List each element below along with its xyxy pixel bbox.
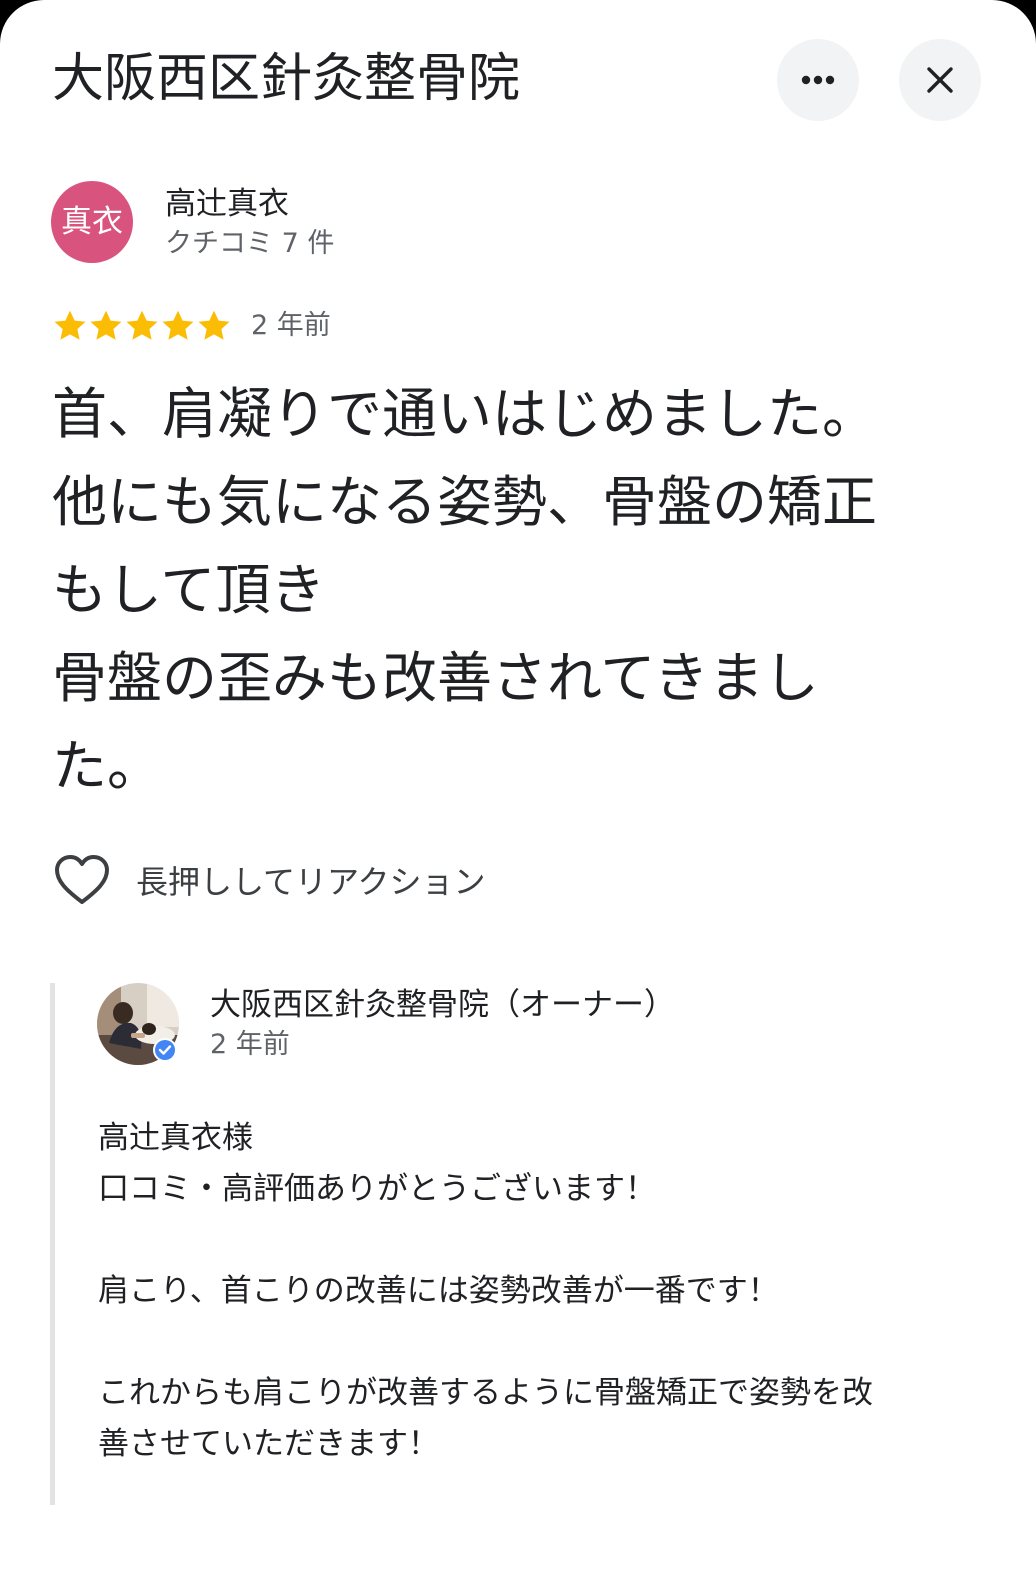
star-icon: [162, 310, 194, 340]
star-icon: [126, 310, 158, 340]
star-icon: [54, 310, 86, 340]
page-title: 大阪西区針灸整骨院: [52, 49, 521, 109]
owner-name: 大阪西区針灸整骨院（オーナー）: [210, 987, 675, 1023]
star-icon: [198, 310, 230, 340]
owner-reply-divider: [50, 983, 55, 1505]
review-time: 2 年前: [251, 310, 331, 341]
review-body: 首、肩凝りで通いはじめました。 他にも気になる姿勢、骨盤の矯正 もして頂き 骨盤…: [52, 382, 878, 798]
heart-outline-icon: [55, 855, 109, 904]
close-icon: [927, 67, 953, 93]
more-options-button[interactable]: [777, 39, 859, 121]
reviewer-name[interactable]: 高辻真衣: [165, 183, 289, 225]
owner-reply-time: 2 年前: [210, 1029, 290, 1060]
star-rating: [52, 306, 232, 346]
star-icon: [90, 310, 122, 340]
reviewer-review-count: クチコミ 7 件: [165, 228, 335, 259]
reviewer-avatar[interactable]: 真衣: [51, 181, 133, 263]
more-horizontal-icon: [801, 75, 835, 85]
owner-reply-body: 高辻真衣様 口コミ・高評価ありがとうございます！ 肩こり、首こりの改善には姿勢改…: [98, 1120, 873, 1462]
owner-avatar[interactable]: [97, 983, 179, 1065]
close-button[interactable]: [899, 39, 981, 121]
reaction-label: 長押ししてリアクション: [136, 863, 486, 901]
verified-badge-icon: [155, 1040, 175, 1060]
reaction-button[interactable]: 長押ししてリアクション: [54, 852, 485, 908]
review-detail-sheet: 大阪西区針灸整骨院 真衣 高辻真衣 クチコミ 7 件 2 年前 首、肩凝りで通い…: [0, 0, 1036, 1582]
